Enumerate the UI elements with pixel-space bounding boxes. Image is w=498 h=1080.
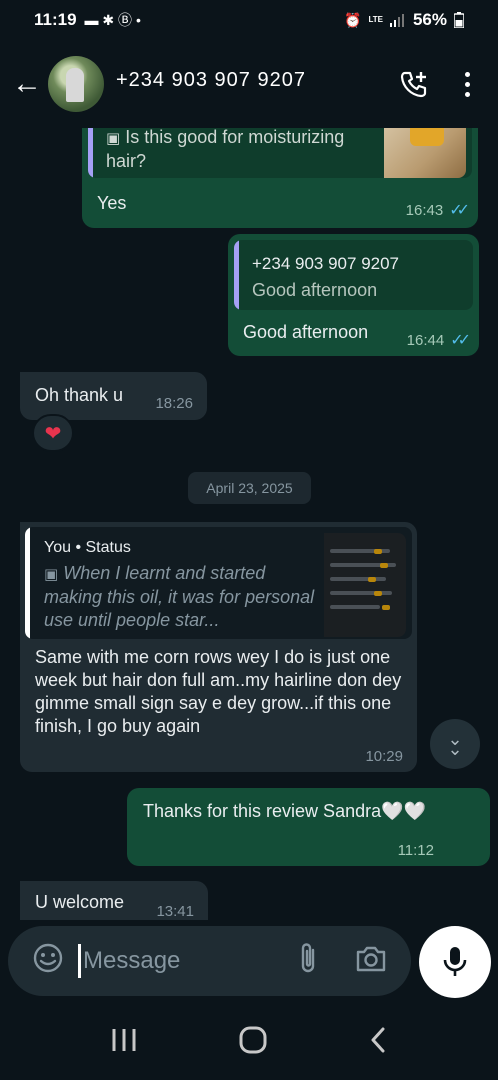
double-chevron-down-icon: ⌄ ⌄ — [447, 729, 463, 759]
message-time: 16:43 — [405, 201, 444, 219]
message-time: 18:26 — [155, 395, 193, 412]
camera-icon[interactable] — [351, 944, 391, 979]
message-incoming[interactable]: Oh thank u 18:26 — [20, 372, 207, 420]
message-time: 13:41 — [156, 903, 194, 920]
message-text: Thanks for this review Sandra🤍🤍 — [143, 801, 426, 821]
voice-message-button[interactable] — [419, 926, 491, 998]
message-outgoing[interactable]: +234 903 907 9207 Good afternoon Good af… — [228, 234, 479, 356]
status-bar: 11:19 ▬ ✱ Ⓑ • ⏰ LTE 56% — [0, 0, 498, 40]
message-outgoing[interactable]: Thanks for this review Sandra🤍🤍 11:12 — [127, 788, 490, 866]
home-icon[interactable] — [238, 1025, 268, 1055]
quoted-message[interactable]: +234 903 907 9207 Good afternoon — [234, 240, 473, 310]
read-ticks-icon: ✓✓ — [450, 332, 471, 349]
message-incoming[interactable]: U welcome 13:41 — [20, 881, 208, 920]
quoted-text: Is this good for moisturizing hair? — [106, 128, 345, 171]
quoted-sender: You — [44, 539, 71, 556]
date-separator: April 23, 2025 — [188, 472, 311, 504]
contact-name[interactable]: +234 903 907 9207 — [116, 69, 306, 99]
alarm-icon: ⏰ — [344, 11, 362, 28]
reaction-heart-icon[interactable]: ❤ — [32, 414, 74, 452]
message-composer — [8, 926, 411, 996]
lte-icon: LTE — [368, 15, 383, 24]
battery-icon — [454, 12, 464, 28]
quoted-text: When I learnt and started making this oi… — [44, 563, 315, 630]
message-list[interactable]: ▣ Is this good for moisturizing hair? Ye… — [0, 128, 498, 920]
chat-header: ← +234 903 907 9207 — [0, 40, 498, 128]
contact-avatar[interactable] — [48, 56, 104, 112]
signal-icon — [389, 14, 404, 27]
message-time: 11:12 — [397, 842, 434, 859]
back-nav-icon[interactable] — [368, 1026, 388, 1054]
message-text: Oh thank u — [35, 385, 124, 405]
quoted-sender: +234 903 907 9207 — [252, 254, 400, 273]
message-text: Good afternoon — [243, 322, 369, 342]
quoted-message[interactable]: ▣ Is this good for moisturizing hair? — [88, 128, 472, 178]
microphone-icon — [443, 947, 467, 976]
message-input[interactable] — [83, 947, 283, 975]
quoted-text: Good afternoon — [252, 280, 378, 300]
message-text: U welcome — [35, 892, 125, 912]
message-time: 10:29 — [365, 748, 403, 765]
recent-apps-icon[interactable] — [110, 1027, 138, 1053]
message-incoming[interactable]: You • Status ▣ When I learnt and started… — [20, 522, 417, 772]
scroll-down-button[interactable]: ⌄ ⌄ — [430, 719, 480, 769]
text-cursor — [78, 944, 81, 978]
quoted-status[interactable]: You • Status ▣ When I learnt and started… — [25, 527, 412, 639]
clock: 11:19 — [34, 10, 77, 29]
battery-percent: 56% — [412, 10, 447, 29]
message-time: 16:44 — [406, 331, 445, 349]
quoted-image-thumbnail — [384, 128, 466, 178]
add-call-icon[interactable] — [399, 69, 429, 99]
notification-icons: ▬ ✱ Ⓑ • — [84, 12, 141, 28]
attach-icon[interactable] — [289, 942, 329, 981]
message-text: Yes — [97, 193, 127, 213]
back-arrow-icon[interactable]: ← — [2, 67, 52, 101]
image-icon: ▣ — [44, 566, 59, 583]
quoted-type: Status — [85, 539, 131, 556]
more-options-icon[interactable] — [465, 71, 470, 97]
read-ticks-icon: ✓✓ — [449, 202, 470, 219]
message-outgoing[interactable]: ▣ Is this good for moisturizing hair? Ye… — [82, 128, 478, 228]
system-nav-bar — [0, 1000, 498, 1080]
status-thumbnail — [324, 533, 406, 637]
sticker-emoji-icon[interactable] — [24, 942, 72, 981]
image-icon: ▣ — [106, 130, 121, 147]
message-text: Same with me corn rows wey I do is just … — [35, 647, 402, 736]
